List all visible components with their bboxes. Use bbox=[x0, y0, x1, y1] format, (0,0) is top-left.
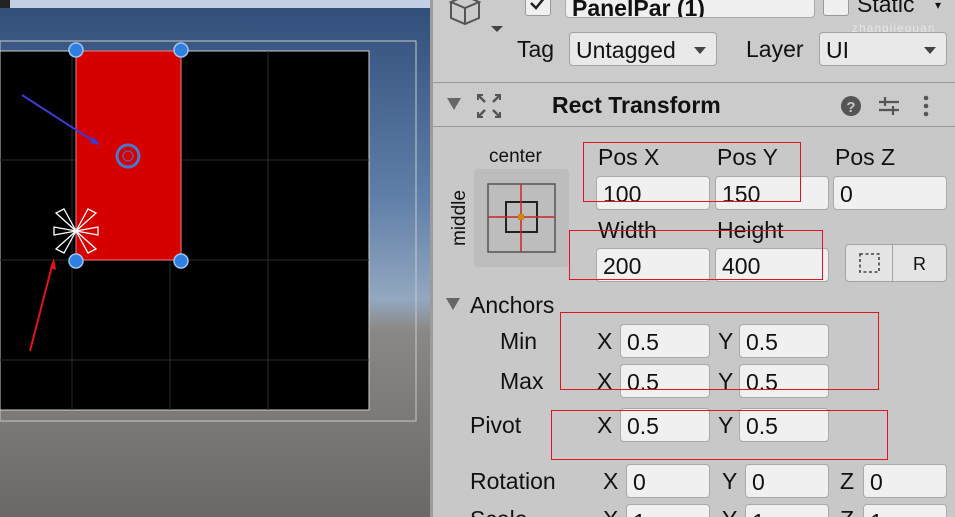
collapse-triangle-icon[interactable] bbox=[445, 96, 465, 114]
scene-view[interactable] bbox=[0, 0, 430, 517]
scene-canvas[interactable] bbox=[0, 0, 430, 517]
gameobject-name-field[interactable]: PanelPar (1) bbox=[565, 0, 815, 18]
pos-z-label: Pos Z bbox=[835, 144, 896, 170]
anchor-preset-button[interactable] bbox=[474, 169, 569, 267]
rect-transform-icon bbox=[477, 94, 501, 118]
header-separator bbox=[433, 82, 955, 83]
scale-x-field[interactable]: 1 bbox=[626, 504, 710, 517]
anchors-section-label: Anchors bbox=[470, 292, 555, 318]
scale-y-label: Y bbox=[722, 508, 737, 517]
scale-label: Scale bbox=[470, 508, 528, 517]
tag-label: Tag bbox=[517, 36, 555, 62]
gameobject-cube-icon bbox=[448, 0, 503, 32]
anchors-foldout-triangle-icon[interactable] bbox=[445, 297, 463, 313]
pivot-label: Pivot bbox=[470, 412, 522, 438]
inspector-panel: PanelPar (1) Static ▾ zhangjiequan Tag U… bbox=[433, 0, 955, 517]
static-label: Static bbox=[857, 0, 915, 17]
anchor-vertical-label: middle bbox=[449, 190, 470, 246]
rotation-z-field[interactable]: 0 bbox=[863, 464, 947, 498]
rotation-y-field[interactable]: 0 bbox=[745, 464, 829, 498]
annotation-box-size bbox=[569, 230, 823, 280]
context-menu-icon[interactable] bbox=[921, 94, 931, 118]
bottom-right-handle[interactable] bbox=[173, 253, 189, 269]
annotation-box-anchors bbox=[560, 312, 879, 390]
chevron-down-icon bbox=[924, 47, 936, 54]
checkmark-icon bbox=[530, 0, 545, 10]
raw-edit-label: R bbox=[913, 254, 926, 274]
tag-value: Untagged bbox=[576, 37, 676, 63]
preset-sliders-icon[interactable] bbox=[877, 94, 901, 118]
layer-dropdown[interactable]: UI bbox=[819, 32, 947, 66]
raw-edit-mode-button[interactable]: R bbox=[892, 244, 947, 282]
blueprint-dotted-rect-icon bbox=[859, 253, 880, 273]
anchor-preset-icon bbox=[487, 183, 556, 253]
rect-header-separator bbox=[433, 126, 955, 127]
tag-dropdown[interactable]: Untagged bbox=[569, 32, 717, 66]
scale-z-field[interactable]: 1 bbox=[863, 504, 947, 517]
anchors-min-label: Min bbox=[500, 328, 538, 354]
help-icon[interactable]: ? bbox=[840, 95, 862, 117]
parent-panel bbox=[0, 50, 370, 411]
rotation-x-label: X bbox=[603, 468, 619, 494]
scale-x-label: X bbox=[603, 508, 618, 517]
svg-text:?: ? bbox=[846, 99, 855, 116]
layer-value: UI bbox=[826, 37, 849, 63]
bottom-left-handle[interactable] bbox=[68, 253, 84, 269]
chevron-down-icon bbox=[694, 47, 706, 54]
anchors-max-label: Max bbox=[500, 368, 544, 394]
scale-y-field[interactable]: 1 bbox=[745, 504, 829, 517]
top-left-handle[interactable] bbox=[68, 42, 84, 58]
layer-label: Layer bbox=[746, 36, 804, 62]
rotation-x-field[interactable]: 0 bbox=[626, 464, 710, 498]
static-checkbox[interactable] bbox=[823, 0, 849, 16]
annotation-box-pivot bbox=[551, 410, 888, 460]
annotation-box-position bbox=[583, 142, 801, 202]
rotation-z-label: Z bbox=[840, 468, 855, 494]
scale-z-label: Z bbox=[840, 508, 854, 517]
static-dropdown-arrow[interactable]: ▾ bbox=[935, 0, 941, 11]
pos-z-field[interactable]: 0 bbox=[833, 176, 947, 210]
anchor-horizontal-label: center bbox=[489, 146, 542, 167]
rotation-label: Rotation bbox=[470, 468, 556, 494]
pivot-center bbox=[122, 150, 134, 162]
active-checkbox[interactable] bbox=[525, 0, 551, 16]
blueprint-mode-button[interactable] bbox=[845, 244, 893, 282]
top-right-handle[interactable] bbox=[173, 42, 189, 58]
rect-transform-title: Rect Transform bbox=[552, 92, 721, 118]
rotation-y-label: Y bbox=[722, 468, 738, 494]
